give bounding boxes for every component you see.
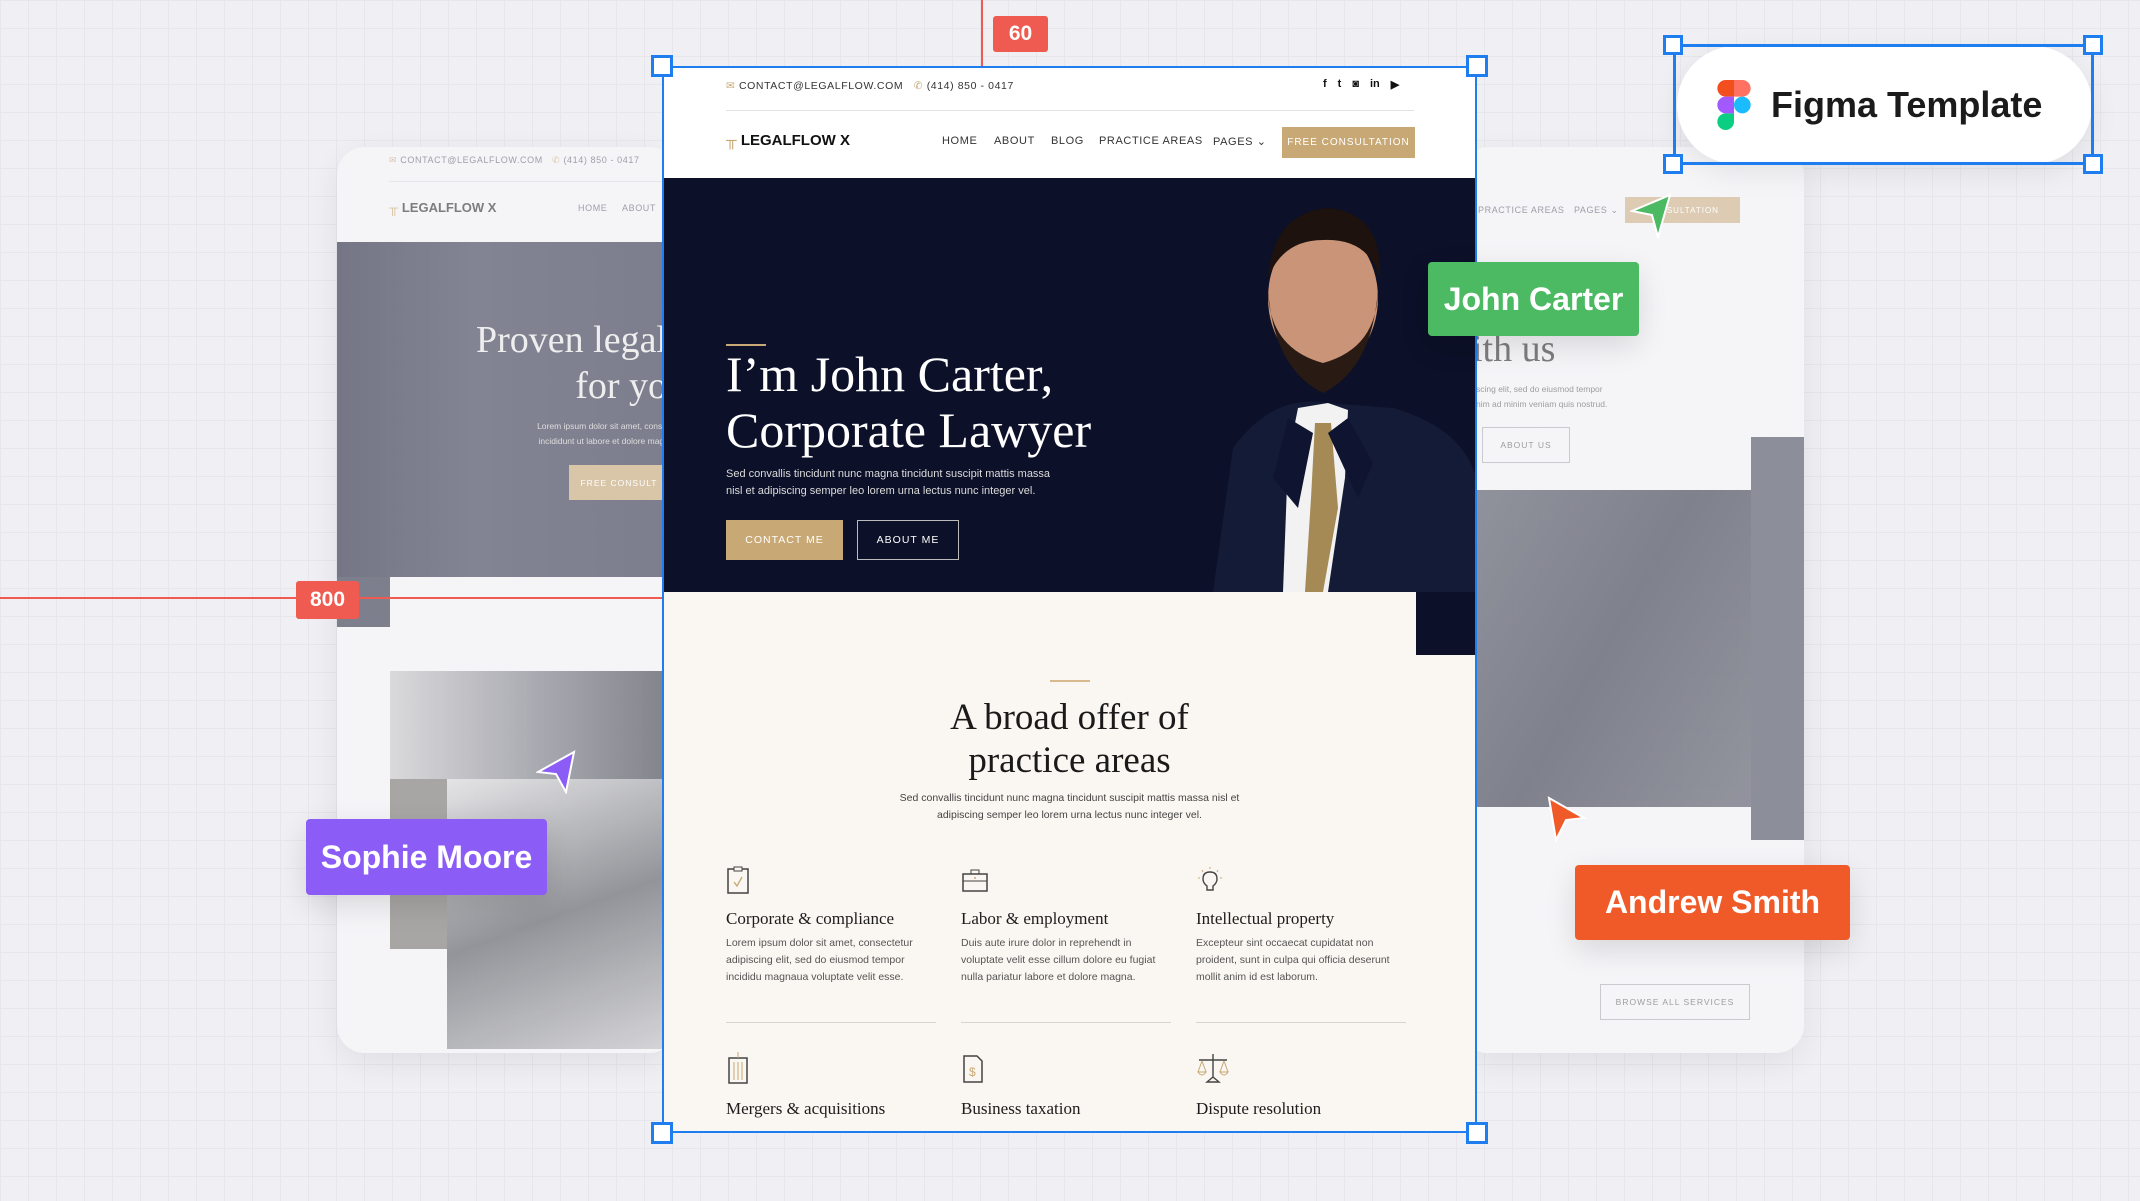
- free-consultation-button[interactable]: FREE CONSULTATION: [1282, 127, 1415, 158]
- collaborator-label-andrew: Andrew Smith: [1575, 865, 1850, 940]
- practice-ornament-line: [1050, 680, 1090, 682]
- practice-item-title: Corporate & compliance: [726, 909, 895, 928]
- phone-icon: ✆: [913, 80, 924, 92]
- practice-title: A broad offer of practice areas: [950, 697, 1189, 781]
- left-team-image: [390, 671, 670, 779]
- twitter-icon[interactable]: t: [1338, 78, 1342, 91]
- cursor-sophie-icon: [536, 750, 576, 794]
- resize-handle-bl[interactable]: [651, 1122, 673, 1144]
- right-about-us-button: ABOUT US: [1482, 427, 1570, 463]
- right-handshake-image: [1460, 490, 1751, 807]
- nav-about[interactable]: ABOUT: [994, 135, 1035, 147]
- badge-handle-tl[interactable]: [1663, 35, 1683, 55]
- resize-handle-tl[interactable]: [651, 55, 673, 77]
- hero-section: I’m John Carter, Corporate Lawyer Sed con…: [663, 178, 1476, 592]
- practice-item-title: Labor & employment: [961, 909, 1109, 928]
- left-card-nav-about: ABOUT: [622, 203, 657, 213]
- chevron-down-icon: ⌄: [1256, 136, 1267, 148]
- cursor-andrew-icon: [1547, 796, 1588, 842]
- badge-selection-box: [1673, 44, 2094, 165]
- topbar-contact: ✉ CONTACT@LEGALFLOW.COM ✆ (414) 850 - 04…: [726, 80, 1014, 92]
- practice-item-title: Mergers & acquisitions: [726, 1099, 886, 1118]
- nav-pages[interactable]: PAGES ⌄: [1213, 135, 1267, 148]
- building-icon: [728, 1052, 748, 1084]
- right-card-nav-pages: PAGES ⌄: [1574, 205, 1619, 215]
- practice-item-ip[interactable]: Intellectual property Excepteur sint occ…: [1196, 866, 1406, 1023]
- badge-handle-bl[interactable]: [1663, 154, 1683, 174]
- social-links: f t ◙ in ▶: [1323, 78, 1399, 91]
- practice-item-taxation[interactable]: $ Business taxation: [961, 1052, 1171, 1119]
- tax-document-icon: $: [963, 1055, 983, 1083]
- instagram-icon[interactable]: ◙: [1352, 78, 1359, 91]
- measure-line-vertical: [981, 0, 983, 66]
- practice-section: A broad offer of practice areas Sed conva…: [663, 592, 1476, 1132]
- left-card-logo: ╥ LEGALFLOW X: [389, 200, 497, 215]
- practice-item-corporate[interactable]: Corporate & compliance Lorem ipsum dolor…: [726, 866, 936, 1023]
- cursor-john-icon: [1630, 193, 1672, 239]
- badge-handle-br[interactable]: [2083, 154, 2103, 174]
- logo[interactable]: ╥ LEGALFLOW X: [726, 132, 850, 149]
- pillar-icon: ╥: [726, 132, 737, 149]
- left-hero-text: Lorem ipsum dolor sit amet, conse incidid…: [537, 421, 667, 446]
- resize-handle-tr[interactable]: [1466, 55, 1488, 77]
- left-free-consult-button: FREE CONSULT: [569, 465, 669, 500]
- measure-badge-top: 60: [993, 16, 1048, 52]
- nav-blog[interactable]: BLOG: [1051, 135, 1084, 147]
- phone-link[interactable]: (414) 850 - 0417: [927, 80, 1014, 92]
- practice-item-labor[interactable]: Labor & employment Duis aute irure dolor…: [961, 866, 1171, 1023]
- about-me-button[interactable]: ABOUT ME: [857, 520, 959, 560]
- briefcase-icon: [962, 869, 988, 892]
- browse-all-services-button: BROWSE ALL SERVICES: [1600, 984, 1750, 1020]
- left-card-nav-home: HOME: [578, 203, 608, 213]
- left-card-contact: ✉ CONTACT@LEGALFLOW.COM ✆ (414) 850 - 04…: [389, 155, 640, 165]
- collaborator-label-john: John Carter: [1428, 262, 1639, 336]
- practice-item-mergers[interactable]: Mergers & acquisitions: [726, 1052, 936, 1119]
- lightbulb-icon: [1198, 867, 1222, 891]
- clipboard-check-icon: [727, 866, 749, 894]
- phone-text: (414) 850 - 0417: [563, 155, 640, 165]
- email-link[interactable]: CONTACT@LEGALFLOW.COM: [739, 80, 903, 92]
- nav-practice-areas[interactable]: PRACTICE AREAS: [1099, 135, 1203, 147]
- practice-item-text: Excepteur sint occaecat cupidatat non pr…: [1196, 937, 1390, 983]
- practice-item-title: Intellectual property: [1196, 909, 1335, 928]
- hero-text: Sed convallis tincidunt nunc magna tinci…: [726, 468, 1051, 497]
- measure-badge-left: 800: [296, 581, 359, 619]
- practice-item-text: Lorem ipsum dolor sit amet, consectetur …: [726, 937, 913, 983]
- hero-title: I’m John Carter, Corporate Lawyer: [726, 346, 1092, 458]
- youtube-icon[interactable]: ▶: [1391, 78, 1399, 91]
- scales-icon: [1197, 1054, 1229, 1083]
- right-card-nav-practice: PRACTICE AREAS: [1478, 205, 1565, 215]
- left-hero-image: [337, 242, 677, 577]
- linkedin-icon[interactable]: in: [1370, 78, 1380, 91]
- resize-handle-br[interactable]: [1466, 1122, 1488, 1144]
- right-card-text: scing elit, sed do eiusmod tempor nim ad …: [1476, 384, 1608, 409]
- left-preview-card: ✉ CONTACT@LEGALFLOW.COM ✆ (414) 850 - 04…: [337, 147, 677, 1053]
- practice-item-dispute[interactable]: Dispute resolution: [1196, 1052, 1406, 1119]
- left-hero-title: Proven legal for yo: [475, 319, 667, 407]
- facebook-icon[interactable]: f: [1323, 78, 1327, 91]
- practice-item-title: Business taxation: [961, 1099, 1081, 1118]
- nav-home[interactable]: HOME: [942, 135, 977, 147]
- svg-text:$: $: [969, 1065, 976, 1079]
- mail-icon: ✉: [726, 80, 736, 92]
- practice-item-title: Dispute resolution: [1196, 1099, 1322, 1118]
- practice-item-text: Duis aute irure dolor in reprehendt in v…: [961, 937, 1156, 983]
- main-page-frame[interactable]: ✉ CONTACT@LEGALFLOW.COM ✆ (414) 850 - 04…: [663, 68, 1476, 1132]
- collaborator-label-sophie: Sophie Moore: [306, 819, 547, 895]
- contact-me-button[interactable]: CONTACT ME: [726, 520, 843, 560]
- email-text: CONTACT@LEGALFLOW.COM: [400, 155, 543, 165]
- lawyer-portrait-image: [1213, 208, 1476, 592]
- practice-text: Sed convallis tincidunt nunc magna tinci…: [899, 792, 1240, 821]
- badge-handle-tr[interactable]: [2083, 35, 2103, 55]
